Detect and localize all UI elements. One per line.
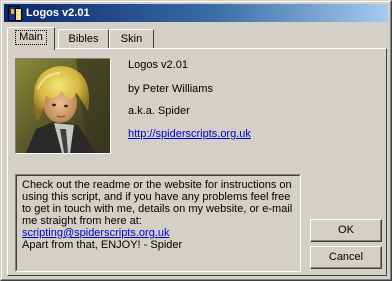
author-alias: a.k.a. Spider: [128, 105, 190, 117]
readme-closing: Apart from that, ENJOY! - Spider: [22, 239, 183, 251]
app-name: Logos v2.01: [128, 59, 188, 71]
author-photo: [15, 58, 111, 154]
tab-bibles[interactable]: Bibles: [58, 29, 109, 49]
tab-main[interactable]: Main: [7, 27, 55, 50]
logos-app-icon: [6, 5, 22, 21]
cancel-button[interactable]: Cancel: [310, 246, 382, 269]
tab-bibles-label: Bibles: [68, 33, 99, 45]
tab-skin-label: Skin: [120, 33, 143, 45]
tab-main-label: Main: [15, 30, 47, 45]
tab-skin[interactable]: Skin: [109, 29, 154, 49]
readme-box: Check out the readme or the website for …: [15, 174, 301, 272]
ok-button[interactable]: OK: [310, 219, 382, 242]
readme-message: Check out the readme or the website for …: [22, 179, 293, 227]
website-link[interactable]: http://spiderscripts.org.uk: [128, 128, 251, 140]
window-title: Logos v2.01: [26, 7, 90, 19]
author-name: by Peter Williams: [128, 83, 213, 95]
about-window: Logos v2.01 Main Bibles Skin Logos v2.01…: [0, 0, 392, 281]
title-bar[interactable]: Logos v2.01: [4, 4, 388, 22]
author-photo-image: [16, 59, 110, 153]
email-link[interactable]: scripting@spiderscripts.org.uk: [22, 227, 295, 239]
readme-content: Check out the readme or the website for …: [16, 175, 300, 271]
